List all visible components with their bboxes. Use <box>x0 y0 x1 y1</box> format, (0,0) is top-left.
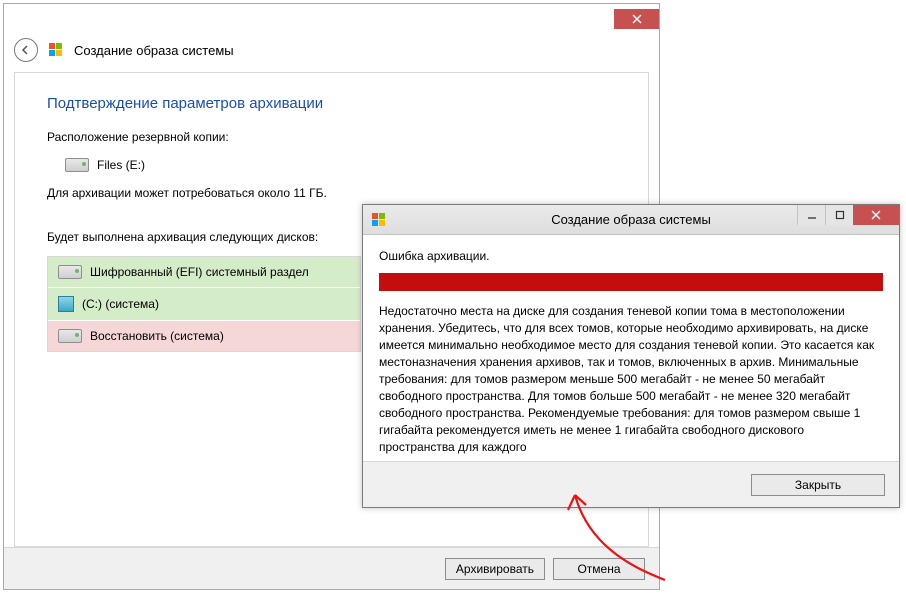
back-button[interactable] <box>14 38 38 62</box>
location-value: Files (E:) <box>97 158 145 172</box>
maximize-icon <box>835 210 845 220</box>
wizard-header: Создание образа системы <box>4 34 659 66</box>
maximize-button[interactable] <box>825 205 853 225</box>
backup-location: Files (E:) <box>47 154 616 176</box>
window-controls <box>797 205 899 225</box>
close-icon <box>632 14 642 24</box>
hdd-icon <box>58 329 82 343</box>
wizard-title: Создание образа системы <box>74 43 234 58</box>
error-heading: Ошибка архивации. <box>379 249 883 263</box>
section-title: Подтверждение параметров архивации <box>47 95 616 112</box>
arrow-left-icon <box>20 44 32 56</box>
location-label: Расположение резервной копии: <box>47 130 616 144</box>
size-estimate: Для архивации может потребоваться около … <box>47 186 616 200</box>
disk-name: Шифрованный (EFI) системный раздел <box>90 265 309 279</box>
windows-logo-icon <box>58 296 74 312</box>
minimize-button[interactable] <box>797 205 825 225</box>
disk-name: Восстановить (система) <box>90 329 224 343</box>
error-footer: Закрыть <box>363 461 899 507</box>
app-icon <box>371 212 387 228</box>
minimize-icon <box>807 210 817 220</box>
error-dialog: Создание образа системы Ошибка архивации… <box>362 204 900 508</box>
disk-item: Восстановить (система) <box>48 321 360 351</box>
wizard-close-button[interactable] <box>614 9 659 29</box>
disks-list: Шифрованный (EFI) системный раздел (C:) … <box>47 256 361 352</box>
close-button[interactable]: Закрыть <box>751 474 885 496</box>
error-close-button[interactable] <box>853 205 899 225</box>
wizard-titlebar <box>4 4 659 34</box>
hdd-icon <box>58 265 82 279</box>
close-icon <box>871 210 881 220</box>
hdd-icon <box>65 158 89 172</box>
disk-name: (C:) (система) <box>82 297 159 311</box>
error-message: Недостаточно места на диске для создания… <box>379 303 883 456</box>
error-body: Ошибка архивации. Недостаточно места на … <box>363 235 899 462</box>
error-progress-bar <box>379 273 883 291</box>
app-icon <box>48 42 64 58</box>
wizard-footer: Архивировать Отмена <box>4 547 659 589</box>
disk-item: Шифрованный (EFI) системный раздел <box>48 257 360 288</box>
error-titlebar: Создание образа системы <box>363 205 899 235</box>
cancel-button[interactable]: Отмена <box>553 558 645 580</box>
archive-button[interactable]: Архивировать <box>445 558 545 580</box>
disk-item: (C:) (система) <box>48 288 360 321</box>
